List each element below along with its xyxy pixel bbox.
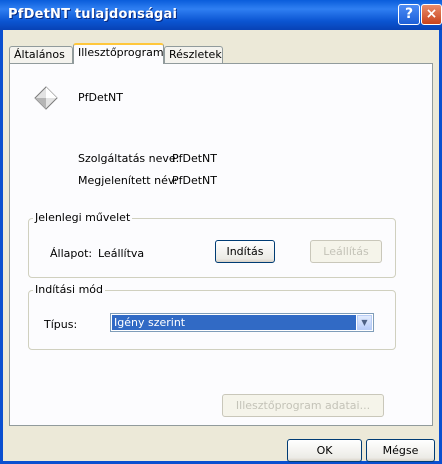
close-button[interactable]: ×: [421, 4, 442, 25]
service-name-value: PfDetNT: [172, 152, 218, 165]
tab-general[interactable]: Általános: [9, 46, 73, 63]
type-label: Típus:: [44, 318, 78, 331]
tab-details[interactable]: Részletek: [164, 46, 223, 63]
diamond-icon: [34, 86, 58, 110]
window-frame-left: [0, 30, 3, 464]
tab-driver[interactable]: Illesztőprogram: [73, 43, 164, 64]
ok-button[interactable]: OK: [287, 439, 362, 462]
service-name-label: Szolgáltatás neve:: [78, 152, 180, 165]
startup-type-value: Igény szerint: [112, 315, 356, 330]
window-title: PfDetNT tulajdonságai: [8, 7, 178, 22]
stop-button[interactable]: Leállítás: [310, 240, 382, 263]
chevron-down-icon[interactable]: ▼: [357, 315, 372, 330]
driver-details-button[interactable]: Illesztőprogram adatai...: [222, 394, 384, 417]
display-name-value: PfDetNT: [172, 174, 218, 187]
status-value: Leállítva: [98, 247, 145, 260]
current-operation-legend: Jelenlegi művelet: [33, 211, 133, 224]
service-title: PfDetNT: [78, 91, 124, 104]
start-button[interactable]: Indítás: [215, 240, 275, 263]
display-name-label: Megjelenített név:: [78, 174, 178, 187]
startup-mode-legend: Indítási mód: [33, 283, 106, 296]
help-button[interactable]: ?: [398, 4, 420, 25]
cancel-button[interactable]: Mégse: [366, 439, 435, 462]
startup-type-select[interactable]: Igény szerint ▼: [110, 313, 374, 332]
status-label: Állapot:: [50, 247, 93, 260]
title-bar[interactable]: PfDetNT tulajdonságai ? ×: [0, 0, 442, 30]
